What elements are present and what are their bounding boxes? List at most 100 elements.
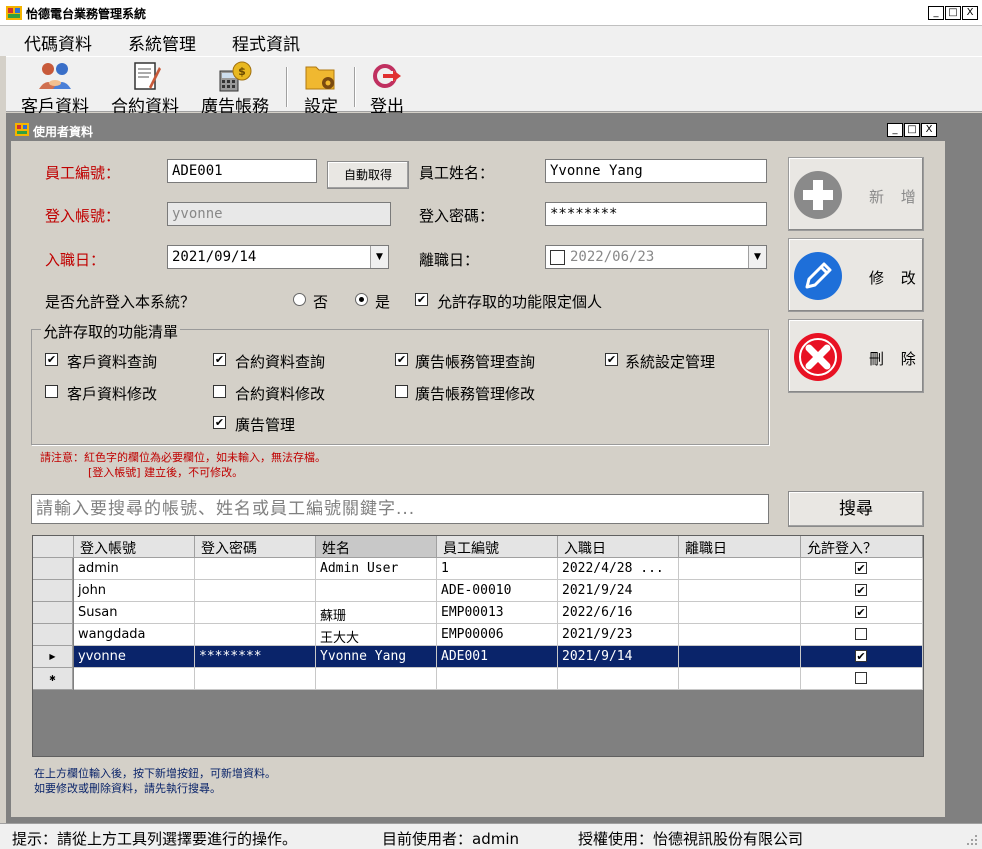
restrict-personal-checkbox[interactable]: ✔ <box>415 293 428 306</box>
cell-password[interactable] <box>195 668 316 690</box>
chevron-down-icon[interactable]: ▼ <box>370 246 388 268</box>
table-row[interactable]: ▶ yvonne ******** Yvonne Yang ADE001 2021/9/1… <box>33 646 923 668</box>
cell-allow-login[interactable]: ✔ <box>801 558 923 580</box>
table-row[interactable]: admin Admin User 1 2022/4/28 ... ✔ <box>33 558 923 580</box>
table-row[interactable]: Susan 蘇珊 EMP00013 2022/6/16 ✔ <box>33 602 923 624</box>
cell-name[interactable] <box>316 580 437 602</box>
auto-get-button[interactable]: 自動取得 <box>327 161 409 189</box>
table-row[interactable]: john ADE-00010 2021/9/24 ✔ <box>33 580 923 602</box>
edit-button[interactable]: 修 改 <box>788 238 924 312</box>
add-button[interactable]: 新 增 <box>788 157 924 231</box>
row-header[interactable]: ✱ <box>33 668 73 690</box>
search-button[interactable]: 搜尋 <box>788 491 924 527</box>
toolbar-contracts-button[interactable]: 合約資料 <box>104 57 186 117</box>
cell-emp-id[interactable]: EMP00013 <box>437 602 558 624</box>
cell-name[interactable]: Yvonne Yang <box>316 646 437 668</box>
toolbar-customers-button[interactable]: 客戶資料 <box>14 57 96 117</box>
cell-hire-date[interactable]: 2021/9/24 <box>558 580 679 602</box>
child-minimize-button[interactable]: _ <box>887 123 903 137</box>
cell-allow-login[interactable]: ✔ <box>801 602 923 624</box>
cell-emp-id[interactable] <box>437 668 558 690</box>
perm-contract-query-checkbox[interactable]: ✔ <box>213 353 226 366</box>
allow-login-checkbox[interactable] <box>855 672 867 684</box>
cell-password[interactable]: ******** <box>195 646 316 668</box>
employee-name-input[interactable]: Yvonne Yang <box>545 159 767 183</box>
close-button[interactable]: X <box>962 6 978 20</box>
cell-allow-login[interactable]: ✔ <box>801 646 923 668</box>
grid-header-name[interactable]: 姓名 <box>316 536 437 558</box>
perm-customer-edit-checkbox[interactable] <box>45 385 58 398</box>
cell-password[interactable] <box>195 624 316 646</box>
row-header[interactable] <box>33 580 73 602</box>
cell-account[interactable]: yvonne <box>74 646 195 668</box>
allow-login-checkbox[interactable] <box>855 628 867 640</box>
login-password-input[interactable]: ******** <box>545 202 767 226</box>
cell-hire-date[interactable] <box>558 668 679 690</box>
perm-contract-edit-checkbox[interactable] <box>213 385 226 398</box>
child-maximize-button[interactable]: □ <box>904 123 920 137</box>
perm-ad-accounting-query-checkbox[interactable]: ✔ <box>395 353 408 366</box>
cell-account[interactable]: john <box>74 580 195 602</box>
cell-leave-date[interactable] <box>679 558 801 580</box>
toolbar-logout-button[interactable]: 登出 <box>362 57 412 117</box>
search-input[interactable]: 請輸入要搜尋的帳號、姓名或員工編號關鍵字... <box>31 494 769 524</box>
delete-button[interactable]: 刪 除 <box>788 319 924 393</box>
cell-account[interactable]: wangdada <box>74 624 195 646</box>
cell-account[interactable]: Susan <box>74 602 195 624</box>
allow-login-checkbox[interactable]: ✔ <box>855 562 867 574</box>
menu-system-management[interactable]: 系統管理 <box>128 30 196 55</box>
cell-leave-date[interactable] <box>679 668 801 690</box>
leave-date-picker[interactable]: 2022/06/23 ▼ <box>545 245 767 269</box>
menu-program-info[interactable]: 程式資訊 <box>232 30 300 55</box>
allow-login-checkbox[interactable]: ✔ <box>855 650 867 662</box>
resize-grip-icon[interactable] <box>964 832 978 846</box>
grid-header-account[interactable]: 登入帳號 <box>74 536 195 558</box>
perm-customer-query-checkbox[interactable]: ✔ <box>45 353 58 366</box>
cell-account[interactable]: admin <box>74 558 195 580</box>
cell-allow-login[interactable] <box>801 668 923 690</box>
toolbar-ad-accounting-button[interactable]: $ 廣告帳務 <box>194 57 276 117</box>
grid-header-emp-id[interactable]: 員工編號 <box>437 536 558 558</box>
cell-password[interactable] <box>195 558 316 580</box>
cell-emp-id[interactable]: 1 <box>437 558 558 580</box>
cell-account[interactable] <box>74 668 195 690</box>
table-row[interactable]: ✱ <box>33 668 923 690</box>
allow-login-checkbox[interactable]: ✔ <box>855 606 867 618</box>
cell-emp-id[interactable]: EMP00006 <box>437 624 558 646</box>
row-header[interactable] <box>33 624 73 646</box>
login-account-input[interactable]: yvonne <box>167 202 391 226</box>
row-header[interactable] <box>33 602 73 624</box>
allow-login-no-radio[interactable] <box>293 293 306 306</box>
cell-name[interactable]: 蘇珊 <box>316 602 437 624</box>
cell-leave-date[interactable] <box>679 580 801 602</box>
grid-header-leave-date[interactable]: 離職日 <box>679 536 801 558</box>
hire-date-picker[interactable]: 2021/09/14 ▼ <box>167 245 389 269</box>
user-grid[interactable]: 登入帳號 登入密碼 姓名 員工編號 入職日 離職日 允許登入？ admin Adm… <box>32 535 924 757</box>
allow-login-checkbox[interactable]: ✔ <box>855 584 867 596</box>
cell-password[interactable] <box>195 580 316 602</box>
minimize-button[interactable]: _ <box>928 6 944 20</box>
cell-leave-date[interactable] <box>679 646 801 668</box>
table-row[interactable]: wangdada 王大大 EMP00006 2021/9/23 <box>33 624 923 646</box>
maximize-button[interactable]: □ <box>945 6 961 20</box>
grid-header-allow-login[interactable]: 允許登入？ <box>801 536 923 558</box>
cell-allow-login[interactable]: ✔ <box>801 580 923 602</box>
menu-code-data[interactable]: 代碼資料 <box>24 30 92 55</box>
leave-date-checkbox[interactable] <box>550 250 565 265</box>
chevron-down-icon[interactable]: ▼ <box>748 246 766 268</box>
cell-allow-login[interactable] <box>801 624 923 646</box>
cell-hire-date[interactable]: 2022/6/16 <box>558 602 679 624</box>
cell-password[interactable] <box>195 602 316 624</box>
cell-hire-date[interactable]: 2022/4/28 ... <box>558 558 679 580</box>
child-close-button[interactable]: X <box>921 123 937 137</box>
cell-name[interactable]: 王大大 <box>316 624 437 646</box>
toolbar-settings-button[interactable]: 設定 <box>296 57 346 117</box>
perm-system-settings-checkbox[interactable]: ✔ <box>605 353 618 366</box>
cell-emp-id[interactable]: ADE001 <box>437 646 558 668</box>
cell-name[interactable]: Admin User <box>316 558 437 580</box>
perm-ad-accounting-edit-checkbox[interactable] <box>395 385 408 398</box>
perm-ad-management-checkbox[interactable]: ✔ <box>213 416 226 429</box>
allow-login-yes-radio[interactable] <box>355 293 368 306</box>
cell-emp-id[interactable]: ADE-00010 <box>437 580 558 602</box>
grid-header-hire-date[interactable]: 入職日 <box>558 536 679 558</box>
